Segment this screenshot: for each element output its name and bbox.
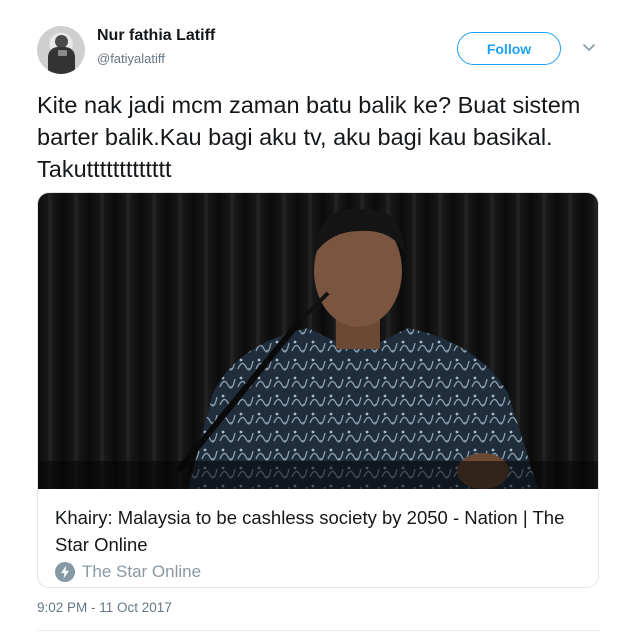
author-handle[interactable]: @fatiyalatiff bbox=[97, 51, 165, 66]
avatar-camera-shape bbox=[58, 50, 67, 56]
author-avatar[interactable] bbox=[37, 26, 85, 74]
lightning-bolt-icon bbox=[55, 562, 75, 582]
divider bbox=[37, 630, 599, 631]
chevron-down-icon[interactable] bbox=[582, 40, 596, 54]
card-title[interactable]: Khairy: Malaysia to be cashless society … bbox=[55, 504, 585, 558]
tweet-text: Kite nak jadi mcm zaman batu balik ke? B… bbox=[37, 92, 581, 182]
link-card[interactable]: Khairy: Malaysia to be cashless society … bbox=[37, 192, 599, 588]
author-name[interactable]: Nur fathia Latiff bbox=[97, 27, 215, 45]
tweet-timestamp[interactable]: 9:02 PM - 11 Oct 2017 bbox=[37, 600, 172, 615]
card-source: The Star Online bbox=[55, 562, 201, 582]
card-source-label: The Star Online bbox=[82, 562, 202, 581]
follow-button[interactable]: Follow bbox=[457, 32, 561, 65]
card-image[interactable] bbox=[38, 193, 598, 489]
